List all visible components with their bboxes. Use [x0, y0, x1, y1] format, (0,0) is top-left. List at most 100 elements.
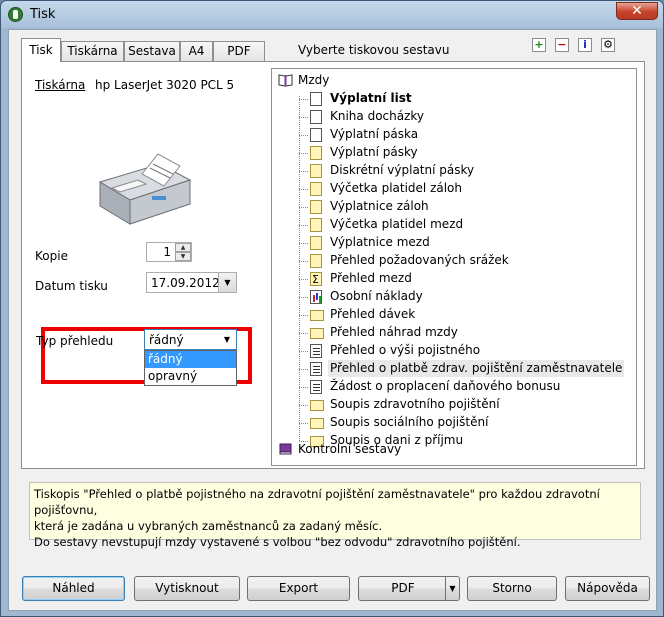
tree-connector: [299, 153, 308, 154]
spin-up-icon[interactable]: ▲: [175, 243, 191, 252]
tree-connector: [299, 279, 308, 280]
tab-tiskarna[interactable]: Tiskárna: [61, 41, 124, 61]
pdf-arrow-icon[interactable]: ▼: [445, 577, 459, 600]
tree-item-label: Žádost o proplacení daňového bonusu: [330, 379, 561, 393]
folder-icon: [310, 418, 324, 429]
title-bar[interactable]: Tisk ✕: [1, 1, 663, 28]
form-icon: [310, 362, 322, 376]
option-opravny[interactable]: opravný: [145, 368, 236, 385]
tree-connector: [299, 135, 308, 136]
close-button[interactable]: ✕: [616, 2, 658, 20]
tree-connector: [299, 189, 308, 190]
dialog-client: Tisk Tiskárna Sestava A4 PDF Vyberte tis…: [8, 29, 657, 611]
tree-item-label: Přehled dávek: [330, 307, 416, 321]
folder-icon: [310, 328, 324, 339]
report-icon: [310, 200, 322, 214]
report-icon: [310, 182, 322, 196]
tree-connector: [299, 333, 308, 334]
document-icon: [310, 92, 322, 106]
report-icon: [310, 218, 322, 232]
tree-connector: [299, 315, 308, 316]
tree-connector: [299, 297, 308, 298]
tree-connector: [299, 243, 308, 244]
pdf-button-label: PDF: [391, 581, 415, 595]
tree-item-label: Výplatní páska: [330, 127, 419, 141]
overview-type-label: Typ přehledu: [36, 334, 114, 348]
tab-a4[interactable]: A4: [180, 41, 213, 61]
tree-connector: [299, 207, 308, 208]
help-button[interactable]: Nápověda: [565, 576, 650, 601]
option-radny[interactable]: řádný: [145, 351, 236, 368]
pdf-button[interactable]: PDF ▼: [358, 576, 460, 601]
tree-connector: [299, 369, 308, 370]
info-icon[interactable]: i: [578, 38, 592, 52]
print-dialog: Tisk ✕ Tisk Tiskárna Sestava A4 PDF Vybe…: [0, 0, 664, 617]
tree-item-label: Výplatnice záloh: [330, 199, 429, 213]
print-date-label: Datum tisku: [35, 279, 108, 293]
cancel-button[interactable]: Storno: [467, 576, 557, 601]
chevron-down-icon[interactable]: ▼: [218, 273, 236, 292]
copies-stepper[interactable]: 1 ▲ ▼: [146, 242, 192, 262]
tree-connector: [299, 387, 308, 388]
spin-down-icon[interactable]: ▼: [175, 252, 191, 261]
chart-icon: [310, 290, 322, 304]
sum-icon: [310, 271, 322, 288]
tab-pdf[interactable]: PDF: [213, 41, 265, 61]
overview-type-select[interactable]: řádný ▼: [144, 329, 237, 350]
tree-item-label: Soupis zdravotního pojištění: [330, 397, 500, 411]
print-date-picker[interactable]: 17.09.2012 ▼: [146, 272, 237, 293]
app-icon: [8, 7, 23, 22]
tree-item-label: Soupis sociálního pojištění: [330, 415, 489, 429]
print-button[interactable]: Vytisknout: [134, 576, 240, 601]
form-icon: [310, 344, 322, 358]
tree-root-label: Mzdy: [298, 73, 330, 87]
report-description: Tiskopis "Přehled o platbě pojistného na…: [29, 482, 641, 549]
overview-type-value: řádný: [149, 333, 184, 347]
folder-icon: [310, 400, 324, 411]
tab-tisk[interactable]: Tisk: [21, 38, 61, 62]
printer-link[interactable]: Tiskárna: [35, 78, 85, 92]
closed-book-icon: [279, 443, 292, 455]
window-title: Tisk: [30, 7, 56, 22]
form-icon: [310, 380, 322, 394]
report-icon: [310, 164, 322, 178]
tree-item-label: Kniha docházky: [330, 109, 425, 123]
tree-item-label: Výplatní list: [330, 91, 412, 105]
folder-icon: [310, 310, 324, 321]
document-icon: [310, 128, 322, 142]
tree-connector: [299, 351, 308, 352]
tree-connector: [299, 405, 308, 406]
report-hint: Vyberte tiskovou sestavu: [298, 43, 450, 57]
description-line: Do sestavy nevstupují mzdy vystavené s v…: [34, 535, 521, 549]
tree-item-label: Osobní náklady: [330, 289, 423, 303]
copies-value: 1: [163, 245, 171, 259]
overview-type-dropdown: řádný opravný: [144, 350, 237, 386]
printer-icon: [98, 153, 192, 225]
description-line: která je zadána u vybraných zaměstnanců …: [34, 519, 383, 533]
tree-connector: [299, 423, 308, 424]
tree-footer-label: Kontrolní sestavy: [298, 442, 402, 456]
print-date-value: 17.09.2012: [151, 276, 220, 290]
tree-item-label: Přehled náhrad mzdy: [330, 325, 458, 339]
collapse-all-icon[interactable]: −: [555, 38, 569, 52]
copies-label: Kopie: [35, 249, 68, 263]
export-button[interactable]: Export: [247, 576, 350, 601]
tree-connector: [299, 117, 308, 118]
tree-connector: [299, 96, 300, 441]
tree-connector: [299, 261, 308, 262]
document-icon: [310, 110, 322, 124]
tab-sestava[interactable]: Sestava: [124, 41, 180, 61]
settings-icon[interactable]: ⚙: [601, 38, 615, 52]
expand-all-icon[interactable]: +: [532, 38, 546, 52]
chevron-down-icon[interactable]: ▼: [218, 330, 236, 349]
tree-item-label: Výčetka platidel záloh: [330, 181, 463, 195]
tree-item-label: Výčetka platidel mezd: [330, 217, 464, 231]
tree-item-label: Přehled mezd: [330, 271, 412, 285]
copies-spin: ▲ ▼: [175, 243, 191, 261]
preview-button[interactable]: Náhled: [22, 576, 125, 601]
report-tree[interactable]: Mzdy Výplatní list Kniha docházky Výplatní…: [271, 68, 637, 466]
tree-item-label: Přehled požadovaných srážek: [330, 253, 509, 267]
tree-connector: [299, 171, 308, 172]
printer-name: hp LaserJet 3020 PCL 5: [95, 78, 235, 92]
tree-connector: [299, 225, 308, 226]
